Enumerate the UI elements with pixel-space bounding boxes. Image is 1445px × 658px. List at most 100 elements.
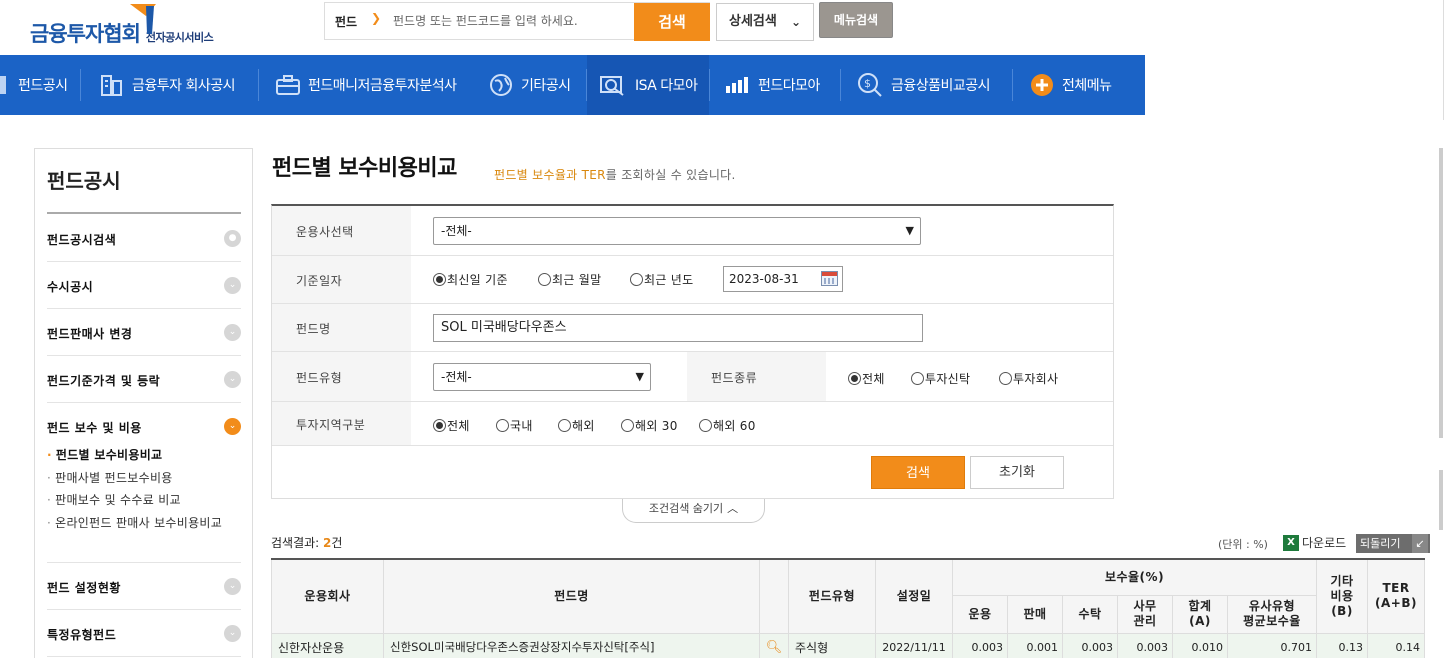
sidebar-item-nav-price[interactable]: 펀드기준가격 및 등락 ⌄ <box>47 356 241 403</box>
nav-item-fund-damoa[interactable]: 펀드다모아 <box>726 55 820 115</box>
th-fee-group: 보수율(%) <box>952 558 1317 596</box>
nav-item-fund-disclosure[interactable]: 펀드공시 <box>0 55 68 115</box>
th-other-cost[interactable]: 기타 비용 (B) <box>1316 558 1368 634</box>
radio-kind-company[interactable]: 투자회사 <box>999 370 1058 387</box>
sidebar-item-special-fund[interactable]: 특정유형펀드 ⌄ <box>47 610 241 657</box>
nav-item-other-disclosure[interactable]: 기타공시 <box>489 55 571 115</box>
cell-fee-admin: 0.003 <box>1117 632 1173 658</box>
sidebar-subitem-sales-fee-compare[interactable]: · 판매보수 및 수수료 비교 <box>47 492 181 508</box>
form-label-cell: 운용사선택 <box>272 206 411 255</box>
cell-lens[interactable]: 🔍︎ <box>759 632 789 658</box>
th-established[interactable]: 설정일 <box>875 558 953 634</box>
th-fee-total[interactable]: 합계 (A) <box>1172 594 1228 634</box>
nav-item-fund-manager[interactable]: 펀드매니저금융투자분석사 <box>276 55 457 115</box>
scrollbar[interactable] <box>1439 470 1443 530</box>
download-button[interactable]: X 다운로드 <box>1283 534 1346 551</box>
radio-region-domestic[interactable]: 국내 <box>496 417 533 434</box>
radio-date-month-end[interactable]: 최근 월말 <box>538 271 601 288</box>
th-fund-type[interactable]: 펀드유형 <box>788 558 876 634</box>
bullet-icon: · <box>47 516 52 530</box>
radio-label: 전체 <box>862 372 885 386</box>
radio-region-overseas[interactable]: 해외 <box>558 417 595 434</box>
radio-label: 해외 <box>572 419 595 433</box>
sidebar: 펀드공시 펀드공시검색 ● 수시공시 ⌄ 펀드판매사 변경 ⌄ 펀드기준가격 및… <box>34 148 253 658</box>
bullet-icon: · <box>47 471 52 485</box>
magnifier-icon[interactable]: 🔍︎ <box>766 640 783 655</box>
sidebar-item-fund-status[interactable]: 펀드 설정현황 ⌄ <box>47 563 241 610</box>
th-ter[interactable]: TER (A+B) <box>1367 558 1425 634</box>
fund-type-select[interactable]: -전체- ▼ <box>433 363 651 391</box>
search-type-select[interactable]: 펀드 <box>335 13 357 30</box>
cell-fund-type: 주식형 <box>788 632 876 658</box>
form-search-button[interactable]: 검색 <box>871 456 965 489</box>
th-fee-sales[interactable]: 판매 <box>1007 594 1063 634</box>
nav-label: ISA 다모아 <box>635 78 698 94</box>
bar-chart-icon <box>726 77 748 93</box>
radio-region-all[interactable]: 전체 <box>433 417 470 434</box>
th-fee-admin[interactable]: 사무 관리 <box>1117 594 1173 634</box>
nav-label: 금융상품비교공시 <box>891 78 991 94</box>
divider <box>1443 0 1444 120</box>
date-value: 2023-08-31 <box>729 272 799 286</box>
toggle-conditions-button[interactable]: 조건검색 숨기기 ︿ <box>622 499 765 523</box>
chevron-down-icon: ▼ <box>905 224 914 237</box>
sidebar-title: 펀드공시 <box>47 169 121 193</box>
plus-circle-icon <box>1031 74 1053 96</box>
radio-date-latest[interactable]: 최신일 기준 <box>433 271 508 288</box>
menu-search-button[interactable]: 메뉴검색 <box>819 2 893 38</box>
radio-region-overseas-30[interactable]: 해외 30 <box>621 417 678 434</box>
radio-dot <box>999 372 1012 385</box>
scrollbar[interactable] <box>1439 148 1443 438</box>
date-input[interactable]: 2023-08-31 <box>723 266 843 292</box>
th-fee-similar-line2: 평균보수율 <box>1243 614 1301 628</box>
th-fee-similar-line1: 유사유형 <box>1248 599 1296 613</box>
th-fee-similar[interactable]: 유사유형 평균보수율 <box>1227 594 1317 634</box>
manager-label: 운용사선택 <box>296 225 354 239</box>
radio-kind-trust[interactable]: 투자신탁 <box>911 370 970 387</box>
sidebar-item-fund-search[interactable]: 펀드공시검색 ● <box>47 215 241 262</box>
sidebar-item-label: 펀드 보수 및 비용 <box>47 421 142 435</box>
nav-label: 펀드공시 <box>18 78 68 94</box>
radio-dot <box>699 419 712 432</box>
th-fund-name[interactable]: 펀드명 <box>383 558 760 634</box>
nav-item-isa-damoa[interactable]: ISA 다모아 <box>587 55 709 115</box>
nav-label: 금융투자 회사공시 <box>132 78 236 94</box>
manager-select[interactable]: -전체- ▼ <box>433 217 921 245</box>
sidebar-item-distributor-change[interactable]: 펀드판매사 변경 ⌄ <box>47 309 241 356</box>
radio-date-year-end[interactable]: 최근 년도 <box>630 271 693 288</box>
manager-select-value: -전체- <box>441 224 472 238</box>
search-button[interactable]: 검색 <box>634 3 710 41</box>
detail-search-button[interactable]: 상세검색 ⌄ <box>716 3 814 41</box>
cell-fund-name[interactable]: 신한SOL미국배당다우존스증권상장지수투자신탁[주식] <box>383 632 760 658</box>
back-button[interactable]: 되돌리기 ↙ <box>1356 534 1430 553</box>
nav-item-all-menu[interactable]: 전체메뉴 <box>1030 55 1112 115</box>
fund-kind-label: 펀드종류 <box>711 371 758 385</box>
radio-dot <box>538 273 551 286</box>
nav-item-company-disclosure[interactable]: 금융투자 회사공시 <box>100 55 236 115</box>
radio-kind-all[interactable]: 전체 <box>848 370 885 387</box>
page-subtitle: 펀드별 보수율과 TER를 조회하실 수 있습니다. <box>494 166 736 183</box>
chevron-down-icon[interactable]: ❯ <box>371 11 381 25</box>
nav-item-product-compare[interactable]: $ 금융상품비교공시 <box>857 55 991 115</box>
search-input[interactable] <box>393 11 631 31</box>
calendar-icon[interactable] <box>821 271 838 286</box>
th-fee-trust[interactable]: 수탁 <box>1062 594 1118 634</box>
radio-region-overseas-60[interactable]: 해외 60 <box>699 417 756 434</box>
table-row[interactable]: 신한자산운용 신한SOL미국배당다우존스증권상장지수투자신탁[주식] 🔍︎ 주식… <box>271 632 1425 658</box>
form-reset-button[interactable]: 초기화 <box>970 456 1064 489</box>
sidebar-item-adhoc[interactable]: 수시공시 ⌄ <box>47 262 241 309</box>
th-fee-admin-line2: 관리 <box>1133 614 1157 628</box>
sidebar-subitem-fund-fee-compare[interactable]: · 펀드별 보수비용비교 <box>47 447 162 463</box>
th-manager[interactable]: 운용회사 <box>271 558 384 634</box>
sidebar-subitem-distributor-fee[interactable]: · 판매사별 펀드보수비용 <box>47 470 173 486</box>
nav-label: 전체메뉴 <box>1062 78 1112 94</box>
logo[interactable]: 금융투자협회 전자공시서비스 <box>30 4 214 48</box>
form-row-region: 투자지역구분 전체 국내 해외 해외 30 해외 60 <box>272 402 1113 446</box>
chevron-down-icon: ⌄ <box>224 277 241 294</box>
th-fee-mgmt[interactable]: 운용 <box>952 594 1008 634</box>
fund-name-input[interactable]: SOL 미국배당다우존스 <box>433 314 923 342</box>
sidebar-subitem-online-fee-compare[interactable]: · 온라인펀드 판매사 보수비용비교 <box>47 515 237 531</box>
globe-icon <box>490 74 512 96</box>
main-nav: 펀드공시 금융투자 회사공시 펀드매니저금융투자분석사 기타공시 ISA 다모아… <box>0 55 1145 115</box>
radio-label: 최근 월말 <box>552 273 602 287</box>
